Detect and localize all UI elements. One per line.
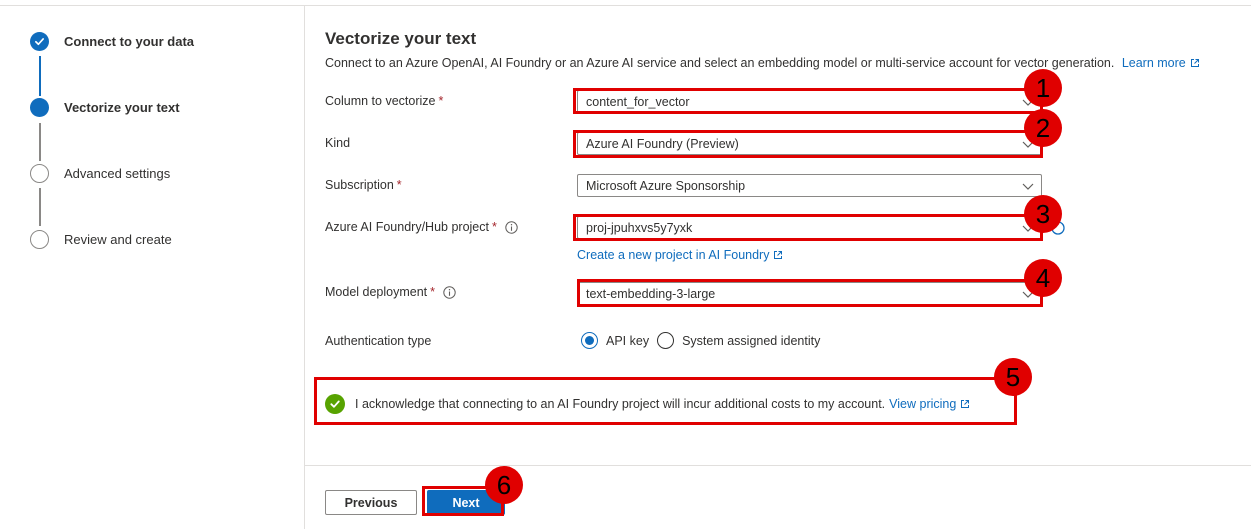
subscription-dropdown[interactable]: Microsoft Azure Sponsorship — [577, 174, 1042, 197]
step-label: Review and create — [64, 232, 172, 247]
field-label-text: Azure AI Foundry/Hub project — [325, 220, 489, 234]
required-mark: * — [491, 220, 497, 234]
model-deployment-dropdown[interactable]: text-embedding-3-large — [577, 282, 1042, 305]
view-pricing-label: View pricing — [889, 397, 957, 411]
step-label: Advanced settings — [64, 166, 171, 181]
column-to-vectorize-label: Column to vectorize * — [325, 94, 443, 108]
step-label: Connect to your data — [64, 34, 195, 49]
external-link-icon — [773, 250, 783, 260]
step-complete-check-icon — [30, 32, 49, 51]
previous-button[interactable]: Previous — [325, 490, 417, 515]
annotation-badge: 4 — [1024, 259, 1062, 297]
authentication-type-label: Authentication type — [325, 334, 431, 348]
step-pending-circle-icon — [30, 230, 49, 249]
annotation-badge: 5 — [994, 358, 1032, 396]
step-connector — [39, 188, 41, 226]
step-connect-data[interactable]: Connect to your data — [30, 32, 194, 51]
model-deployment-label: Model deployment * — [325, 285, 456, 299]
field-label-text: Subscription — [325, 178, 394, 192]
required-mark: * — [430, 285, 436, 299]
authentication-radio-group: API key System assigned identity — [581, 332, 828, 349]
dropdown-value: content_for_vector — [586, 94, 690, 109]
dropdown-value: proj-jpuhxvs5y7yxk — [586, 220, 693, 235]
acknowledgement-text: I acknowledge that connecting to an AI F… — [355, 397, 886, 411]
wizard-footer: Previous Next — [305, 465, 1251, 529]
field-label-text: Authentication type — [325, 334, 432, 348]
kind-dropdown[interactable]: Azure AI Foundry (Preview) — [577, 132, 1042, 155]
step-advanced-settings[interactable]: Advanced settings — [30, 164, 170, 183]
required-mark: * — [396, 178, 402, 192]
project-label: Azure AI Foundry/Hub project * — [325, 220, 518, 234]
field-label-text: Model deployment — [325, 285, 428, 299]
description-text: Connect to an Azure OpenAI, AI Foundry o… — [325, 56, 1115, 70]
cost-acknowledgement[interactable]: I acknowledge that connecting to an AI F… — [325, 394, 970, 414]
view-pricing-link[interactable]: View pricing — [889, 397, 970, 411]
step-connector — [39, 56, 41, 96]
create-project-link[interactable]: Create a new project in AI Foundry — [577, 248, 783, 262]
dropdown-value: Microsoft Azure Sponsorship — [586, 178, 746, 193]
info-icon[interactable] — [505, 220, 518, 234]
step-connector — [39, 123, 41, 161]
annotation-badge: 6 — [485, 466, 523, 504]
required-mark: * — [438, 94, 444, 108]
page-description: Connect to an Azure OpenAI, AI Foundry o… — [325, 56, 1200, 70]
radio-label: API key — [606, 333, 650, 348]
subscription-label: Subscription * — [325, 178, 402, 192]
chevron-down-icon — [1022, 180, 1034, 194]
step-review-create[interactable]: Review and create — [30, 230, 172, 249]
column-to-vectorize-dropdown[interactable]: content_for_vector — [577, 90, 1042, 113]
step-vectorize-text[interactable]: Vectorize your text — [30, 98, 180, 117]
api-key-radio[interactable] — [581, 332, 598, 349]
create-project-label: Create a new project in AI Foundry — [577, 248, 770, 262]
dropdown-value: Azure AI Foundry (Preview) — [586, 136, 739, 151]
page-title: Vectorize your text — [325, 29, 477, 48]
step-label: Vectorize your text — [64, 100, 180, 115]
field-label-text: Column to vectorize — [325, 94, 436, 108]
system-identity-radio[interactable] — [657, 332, 675, 349]
external-link-icon — [960, 399, 970, 409]
annotation-badge: 3 — [1024, 195, 1062, 233]
step-current-dot-icon — [30, 98, 49, 117]
step-pending-circle-icon — [30, 164, 49, 183]
learn-more-label: Learn more — [1121, 56, 1186, 70]
learn-more-link[interactable]: Learn more — [1122, 56, 1200, 70]
project-dropdown[interactable]: proj-jpuhxvs5y7yxk — [577, 216, 1042, 239]
radio-label: System assigned identity — [682, 333, 821, 348]
field-label-text: Kind — [325, 136, 351, 150]
annotation-badge: 1 — [1024, 69, 1062, 107]
checkmark-circle-icon[interactable] — [325, 394, 345, 414]
dropdown-value: text-embedding-3-large — [586, 286, 716, 301]
annotation-badge: 2 — [1024, 109, 1062, 147]
external-link-icon — [1190, 58, 1200, 68]
wizard-stepper: Connect to your data Vectorize your text… — [0, 6, 305, 529]
main-panel: Vectorize your text Connect to an Azure … — [305, 6, 1251, 529]
info-icon[interactable] — [443, 285, 456, 299]
kind-label: Kind — [325, 136, 350, 150]
